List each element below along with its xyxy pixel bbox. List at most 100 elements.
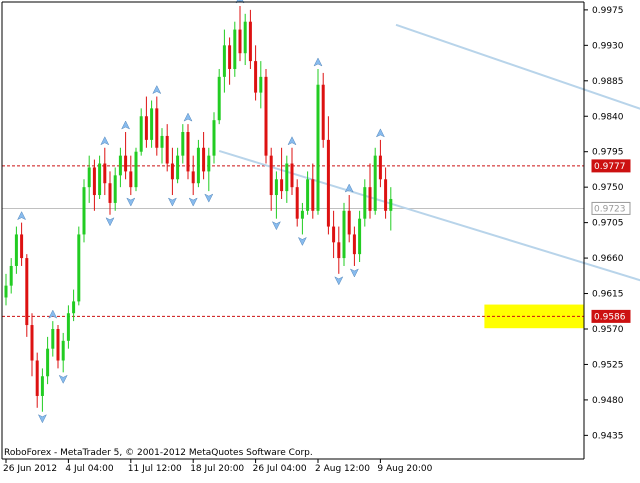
candlestick-chart: 0.9975 0.9930 0.9885 0.9840 0.9795 0.9750 0.97… [1,0,640,474]
fractal-up-icon [48,309,58,319]
candle-body [129,171,133,188]
candle-body [352,234,356,255]
candle-body [202,147,206,172]
fractal-up-icon [121,120,131,130]
candle-body [326,139,330,227]
y-tick-label: 0.9480 [592,396,624,406]
y-tick-label: 0.9840 [592,112,624,122]
candle-body [248,21,252,62]
candle-body [139,116,143,152]
fractal-up-icon [152,84,162,95]
y-tick-label: 0.9795 [592,148,624,158]
price-tag-label: 0.9723 [594,204,626,214]
chart-window: 0.9975 0.9930 0.9885 0.9840 0.9795 0.9750 0.97… [0,0,640,479]
candle-body [35,360,39,396]
candle-body [274,179,278,196]
candle-body [113,175,117,203]
candle-body [191,171,195,184]
fractal-up-icon [183,112,193,122]
candle-body [269,155,273,196]
y-tick-label: 0.9930 [592,41,624,51]
candle-body [285,163,289,192]
candle-body [186,132,190,172]
candle-body [243,21,247,54]
fractal-down-icon [58,374,68,384]
candle-body [316,84,320,211]
y-tick-label: 0.9435 [592,431,624,441]
fractal-down-icon [105,217,115,227]
fractal-down-icon [167,197,177,207]
fractal-down-icon [188,197,198,207]
candle-body [98,163,102,196]
candle-body [92,167,96,196]
candle-body [363,187,367,219]
candle-body [373,155,377,211]
candle-body [14,234,18,266]
price-tag-label: 0.9586 [594,312,626,322]
candle-body [51,328,55,349]
y-tick-label: 0.9885 [592,77,624,87]
candle-body [181,132,185,156]
y-tick-label: 0.9525 [592,360,624,370]
candle-body [61,340,65,361]
candle-body [389,198,393,211]
x-tick-label: 2 Aug 12:00 [315,464,370,474]
candle-body [238,29,242,54]
fractal-up-icon [17,211,27,221]
y-tick-label: 0.9705 [592,219,624,229]
y-tick-label: 0.9750 [592,183,624,193]
price-tag-label: 0.9777 [594,162,626,172]
candle-body [155,108,159,148]
candle-body [347,210,351,235]
candle-body [295,187,299,219]
candle-body [259,76,263,93]
candle-body [176,155,180,180]
fractal-down-icon [334,276,344,286]
candle-body [87,167,91,188]
y-tick-label: 0.9660 [592,254,624,264]
candle-body [82,187,86,235]
candle-body [264,76,268,156]
candle-body [66,313,70,341]
fractal-down-icon [204,193,214,203]
fractal-up-icon [313,57,323,67]
candle-body [46,348,50,377]
candle-body [144,116,148,140]
fractal-down-icon [126,197,136,207]
candle-body [196,147,200,184]
candle-body [160,135,164,148]
x-tick-label: 26 Jul 04:00 [253,464,307,474]
x-tick-label: 4 Jul 04:00 [65,464,114,474]
candle-body [311,179,315,211]
candle-body [358,218,362,255]
candle-body [337,242,341,259]
candle-body [306,179,310,211]
candle-body [9,265,13,286]
watermark-text: RoboForex - MetaTrader 5, © 2001-2012 Me… [4,448,313,458]
y-tick-label: 0.9975 [592,6,624,16]
candle-body [4,285,8,298]
x-tick-label: 18 Jul 20:00 [190,464,244,474]
candle-body [254,61,258,93]
candle-body [72,301,76,314]
candle-body [222,45,226,77]
candle-body [108,183,112,203]
candle-body [332,226,336,243]
candle-body [217,76,221,121]
candle-body [212,120,216,156]
candle-body [25,258,29,326]
candle-body [165,135,169,164]
candle-body [228,45,232,69]
y-tick-label: 0.9570 [592,325,624,335]
candle-body [103,163,107,184]
candle-body [280,179,284,192]
candle-body [233,29,237,69]
candle-body [124,155,128,172]
fractal-up-icon [100,136,110,146]
candle-body [20,234,24,259]
channel-line [218,149,640,282]
x-tick-label: 11 Jul 12:00 [128,464,182,474]
candle-body [290,163,294,188]
candle-body [170,163,174,180]
fractal-down-icon [297,236,307,246]
